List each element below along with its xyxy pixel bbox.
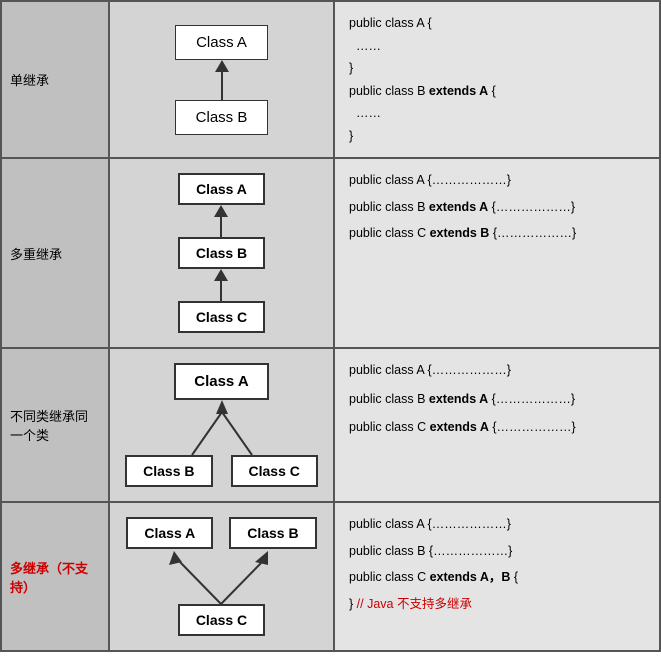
code-line: } <box>349 125 645 148</box>
class-box-B-fan: Class B <box>125 455 212 487</box>
code-multi-level: public class A {………………} public class B e… <box>335 159 659 347</box>
class-box-C-mp: Class C <box>178 604 265 636</box>
diagram-fan-in: Class A Class B Class C <box>110 349 335 501</box>
row-single-inheritance: 单继承 Class A Class B public class A { …… … <box>2 2 659 159</box>
class-box-C-fan: Class C <box>231 455 318 487</box>
class-box-A-multi: Class A <box>178 173 265 205</box>
fan-arrows-svg <box>152 400 292 455</box>
label-multi-level: 多重继承 <box>2 159 110 347</box>
code-line: public class A {………………} <box>349 513 645 536</box>
label-multi-inherit: 多继承（不支持） <box>2 503 110 650</box>
label-text-fan-in: 不同类继承同一个类 <box>10 406 100 444</box>
code-line: public class B extends A { <box>349 80 645 103</box>
inheritance-table: 单继承 Class A Class B public class A { …… … <box>0 0 661 652</box>
class-box-A-fan: Class A <box>174 363 268 400</box>
diagram-multi-inherit: Class A Class B Class C <box>110 503 335 650</box>
row-multi-level: 多重继承 Class A Class B Class C public clas… <box>2 159 659 349</box>
code-line: public class A {………………} <box>349 359 645 382</box>
class-box-B-mp: Class B <box>229 517 316 549</box>
label-single: 单继承 <box>2 2 110 157</box>
code-multi-inherit: public class A {………………} public class B {… <box>335 503 659 650</box>
code-line: …… <box>349 35 645 58</box>
label-text-single: 单继承 <box>10 70 49 89</box>
class-box-B-single: Class B <box>175 100 269 135</box>
code-line: public class A {………………} <box>349 169 645 192</box>
code-fan-in: public class A {………………} public class B e… <box>335 349 659 501</box>
code-line: public class B extends A {………………} <box>349 196 645 219</box>
code-line: public class B {………………} <box>349 540 645 563</box>
multi-parent-arrows-svg <box>141 549 301 604</box>
label-fan-in: 不同类继承同一个类 <box>2 349 110 501</box>
code-line: public class C extends B {………………} <box>349 222 645 245</box>
code-single: public class A { …… } public class B ext… <box>335 2 659 157</box>
class-box-A-single: Class A <box>175 25 268 60</box>
diagram-multi-level: Class A Class B Class C <box>110 159 335 347</box>
label-text-multi-level: 多重继承 <box>10 244 62 263</box>
code-line: public class C extends A，B { <box>349 566 645 589</box>
code-line: } // Java 不支持多继承 <box>349 593 645 616</box>
row-multi-inherit: 多继承（不支持） Class A Class B C <box>2 503 659 650</box>
class-box-B-multi: Class B <box>178 237 265 269</box>
class-box-C-multi: Class C <box>178 301 265 333</box>
code-line: public class B extends A {………………} <box>349 388 645 411</box>
code-line: public class C extends A {………………} <box>349 416 645 439</box>
code-line: } <box>349 57 645 80</box>
code-line: …… <box>349 102 645 125</box>
label-text-multi-inherit: 多继承（不支持） <box>10 558 100 596</box>
diagram-single: Class A Class B <box>110 2 335 157</box>
row-fan-in: 不同类继承同一个类 Class A Class B <box>2 349 659 503</box>
code-line: public class A { <box>349 12 645 35</box>
class-box-A-mp: Class A <box>126 517 213 549</box>
